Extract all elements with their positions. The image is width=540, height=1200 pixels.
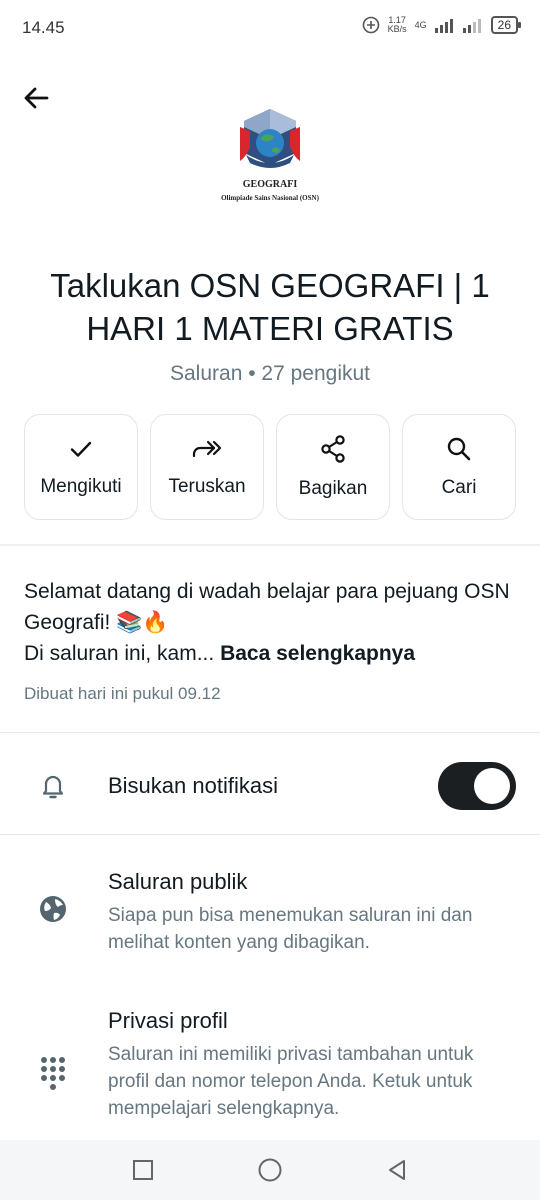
geografi-logo: GEOGRAFI Olimpiade Sains Nasional (OSN) [221,109,320,202]
share-icon [319,434,347,464]
divider [0,834,540,835]
network-speed: 1.17 KB/s [387,15,407,34]
battery-indicator: 26 [490,16,522,34]
signal-icon [434,19,453,33]
square-icon [133,1160,154,1180]
action-bar: Mengikuti Teruskan Bagikan Cari [24,414,516,520]
triangle-back-icon [388,1160,405,1180]
status-icons: 1.17 KB/s 4G 26 [362,15,522,34]
logo-subtitle: Olimpiade Sains Nasional (OSN) [221,194,319,202]
recents-button[interactable] [123,1150,163,1190]
public-channel-title: Saluran publik [108,869,248,894]
search-button[interactable]: Cari [402,414,516,520]
status-bar: 14.45 1.17 KB/s 4G 26 [0,0,540,56]
channel-avatar[interactable]: GEOGRAFI Olimpiade Sains Nasional (OSN) [180,105,360,213]
home-button[interactable] [250,1150,290,1190]
privacy-title: Privasi profil [108,1008,228,1033]
read-more-link[interactable]: Baca selengkapnya [220,642,415,665]
status-time: 14.45 [22,18,65,37]
circle-icon [258,1158,282,1182]
share-label: Bagikan [298,478,368,499]
channel-name: Taklukan OSN GEOGRAFI | 1 HARI 1 MATERI … [50,267,490,347]
toggle-knob [474,768,510,804]
description-truncated: Di saluran ini, kam... [24,642,221,665]
arrow-left-icon [24,87,49,109]
forward-label: Teruskan [168,476,246,497]
divider [0,544,540,546]
check-icon [68,436,94,462]
globe-icon [33,889,73,929]
follow-button[interactable]: Mengikuti [24,414,138,520]
signal-icon-2 [462,19,481,33]
forward-button[interactable]: Teruskan [150,414,264,520]
search-label: Cari [441,477,477,498]
mute-toggle[interactable] [438,762,516,810]
bell-icon [33,766,73,806]
mute-label: Bisukan notifikasi [108,773,278,798]
back-nav-button[interactable] [377,1150,417,1190]
channel-meta: Saluran • 27 pengikut [170,362,370,385]
share-button[interactable]: Bagikan [276,414,390,520]
public-channel-subtitle: Siapa pun bisa menemukan saluran ini dan… [108,905,473,953]
network-type: 4G [414,20,427,30]
description-text: Selamat datang di wadah belajar para pej… [24,580,510,634]
logo-title: GEOGRAFI [243,179,298,190]
forward-icon [191,436,223,462]
dialpad-icon [33,1053,73,1093]
search-icon [445,435,473,463]
data-saver-icon [362,16,379,34]
system-nav-bar [0,1140,540,1200]
channel-description[interactable]: Selamat datang di wadah belajar para pej… [24,576,524,669]
back-button[interactable] [16,78,56,118]
follow-label: Mengikuti [40,476,122,497]
privacy-subtitle: Saluran ini memiliki privasi tambahan un… [108,1044,474,1119]
divider [0,732,540,733]
created-timestamp: Dibuat hari ini pukul 09.12 [24,684,221,703]
